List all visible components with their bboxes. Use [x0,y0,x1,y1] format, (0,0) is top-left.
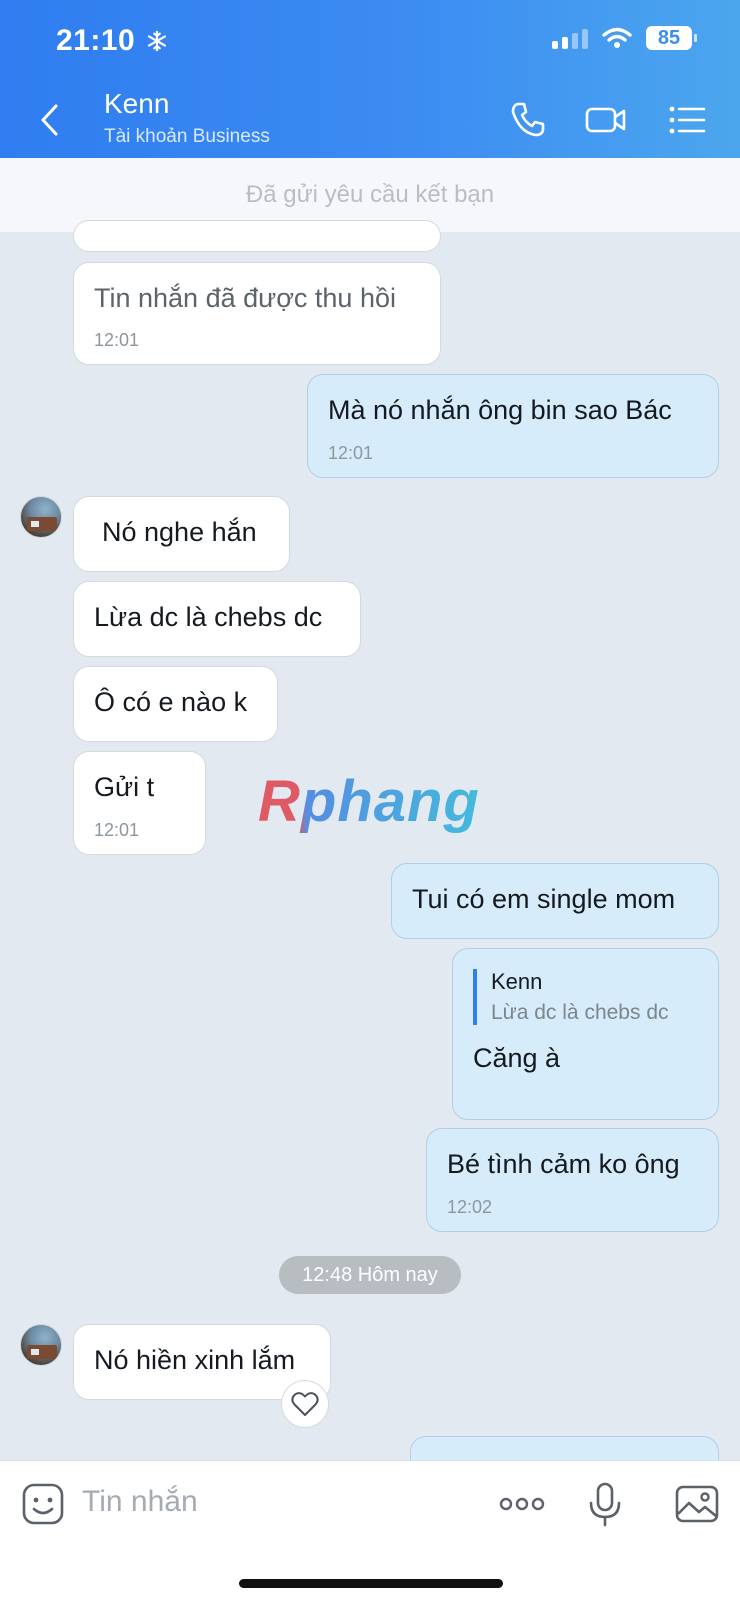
message-time: 12:01 [94,330,140,350]
message-text: Bé tình cảm ko ông [447,1149,680,1179]
message-text: Tin nhắn đã được thu hồi [94,283,396,313]
message-bubble-partial[interactable] [73,220,441,252]
message-bubble[interactable]: Nó nghe hắn [73,496,290,572]
message-composer: Tin nhắn [0,1460,740,1600]
message-time: 12:01 [94,820,140,840]
chat-header: 21:10 85 Kenn Tài khoản Business [0,0,740,158]
message-bubble[interactable]: Gửi t 12:01 [73,751,206,855]
microphone-icon[interactable] [582,1481,628,1527]
message-bubble[interactable]: Lừa dc là chebs dc [73,581,361,657]
video-call-icon[interactable] [584,98,628,142]
reply-quote[interactable]: Kenn Lừa dc là chebs dc [473,969,698,1025]
message-bubble[interactable]: Ô có e nào k [73,666,278,742]
message-text: Ô có e nào k [94,687,248,717]
phone-call-icon[interactable] [506,98,550,142]
message-bubble[interactable]: Tin nhắn đã được thu hồi 12:01 [73,262,441,365]
heart-icon [291,1392,319,1416]
message-text: Căng à [473,1043,561,1073]
more-options-icon[interactable] [498,1481,546,1527]
reply-message-bubble[interactable]: Kenn Lừa dc là chebs dc Căng à [452,948,719,1120]
contact-name[interactable]: Kenn [104,88,169,120]
message-bubble[interactable]: Mà nó nhắn ông bin sao Bác 12:01 [307,374,719,478]
message-input[interactable]: Tin nhắn [82,1485,198,1519]
menu-list-icon[interactable] [666,98,710,142]
avatar[interactable] [20,1324,62,1366]
wifi-icon [602,27,632,48]
back-button[interactable] [34,100,68,140]
avatar[interactable] [20,496,62,538]
message-time: 12:02 [447,1197,493,1217]
message-text: Nó hiền xinh lắm [94,1345,296,1375]
message-text: Gửi t [94,772,155,802]
sticker-icon[interactable] [20,1481,66,1527]
message-bubble[interactable]: Bé tình cảm ko ông 12:02 [426,1128,719,1232]
status-time: 21:10 [56,24,168,58]
home-indicator [239,1579,503,1588]
message-text: Nó nghe hắn [102,517,257,547]
message-text: Tui có em single mom [412,884,676,914]
date-divider: 12:48 Hôm nay [279,1256,461,1294]
reply-text: Lừa dc là chebs dc [491,1001,669,1024]
cellular-signal-icon [552,27,588,49]
snowflake-icon [148,30,167,52]
status-indicators: 85 [552,26,697,50]
reply-author: Kenn [491,969,543,994]
message-text: Lừa dc là chebs dc [94,602,323,632]
account-type: Tài khoản Business [104,126,270,147]
watermark-logo: Rphang [258,769,480,834]
message-bubble[interactable]: Tui có em single mom [391,863,719,939]
message-text: Mà nó nhắn ông bin sao Bác [328,395,672,425]
message-time: 12:01 [328,443,374,463]
battery-icon: 85 [646,26,697,50]
reaction-heart-button[interactable] [281,1380,329,1428]
image-gallery-icon[interactable] [674,1481,720,1527]
